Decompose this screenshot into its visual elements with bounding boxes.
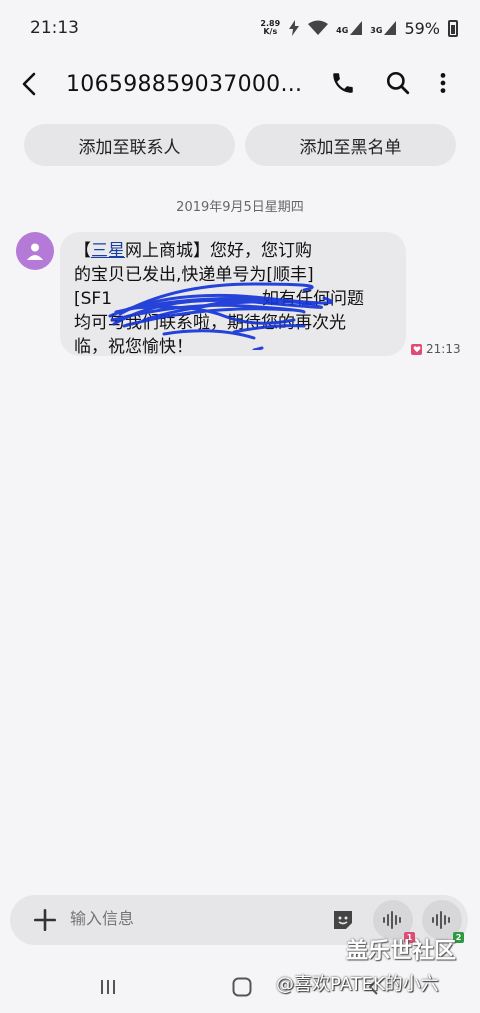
net-speed: 2.89 K/s bbox=[260, 19, 281, 36]
waveform-icon bbox=[432, 911, 450, 929]
recent-apps-icon[interactable] bbox=[98, 977, 118, 997]
watermark-author: @喜欢PATEK的小六 bbox=[276, 974, 439, 995]
more-vertical-icon[interactable] bbox=[430, 70, 456, 96]
battery-icon bbox=[448, 19, 458, 37]
plus-icon[interactable] bbox=[32, 907, 58, 933]
message-line: 均可与我们联系啦，期待您的再次光 bbox=[74, 313, 346, 333]
signal-bars-icon bbox=[384, 21, 397, 35]
sender-actions: 添加至联系人 添加至黑名单 bbox=[24, 124, 456, 166]
message-time: 21:13 bbox=[426, 342, 461, 356]
watermark-logo-text: 盖乐世社区 bbox=[346, 939, 457, 964]
person-icon bbox=[27, 243, 43, 260]
samsung-link[interactable]: 三星 bbox=[91, 241, 125, 261]
date-separator: 2019年9月5日星期四 bbox=[176, 200, 304, 215]
signal-4g: 4G bbox=[336, 21, 363, 35]
phone-icon[interactable] bbox=[330, 70, 356, 96]
message-meta: 21:13 bbox=[411, 342, 461, 356]
add-to-blacklist-button[interactable]: 添加至黑名单 bbox=[245, 124, 456, 166]
home-icon[interactable] bbox=[231, 976, 253, 998]
message-line: 【三星网上商城】您好，您订购 bbox=[74, 241, 312, 261]
sender-avatar[interactable] bbox=[16, 232, 54, 270]
conversation-header: 106598859037000... bbox=[0, 58, 480, 110]
message-line: 的宝贝已发出,快递单号为[顺丰] bbox=[74, 265, 314, 285]
search-icon[interactable] bbox=[385, 70, 411, 96]
status-icons: 2.89 K/s 4G 3G 59% bbox=[260, 19, 458, 38]
status-time: 21:13 bbox=[30, 18, 79, 38]
sticker-icon[interactable] bbox=[331, 908, 355, 932]
add-to-contacts-button[interactable]: 添加至联系人 bbox=[24, 124, 235, 166]
conversation-title: 106598859037000... bbox=[66, 71, 303, 97]
waveform-icon bbox=[383, 911, 401, 929]
charging-bolt-icon bbox=[289, 20, 300, 36]
message-line: [SF1 如有任何问题 bbox=[74, 289, 365, 309]
heart-badge-icon bbox=[411, 343, 422, 355]
signal-3g: 3G bbox=[370, 21, 397, 35]
signal-bars-icon bbox=[350, 21, 363, 35]
message-line: 临，祝您愉快！ bbox=[74, 337, 193, 357]
back-arrow-icon[interactable] bbox=[16, 70, 44, 98]
message-bubble[interactable]: 【三星网上商城】您好，您订购 的宝贝已发出,快递单号为[顺丰] [SF1 如有任何… bbox=[60, 232, 406, 357]
status-bar: 21:13 2.89 K/s 4G 3G 59% bbox=[0, 0, 480, 56]
message-input[interactable] bbox=[70, 909, 310, 928]
wifi-icon bbox=[308, 20, 329, 35]
battery-percent: 59% bbox=[404, 18, 440, 38]
